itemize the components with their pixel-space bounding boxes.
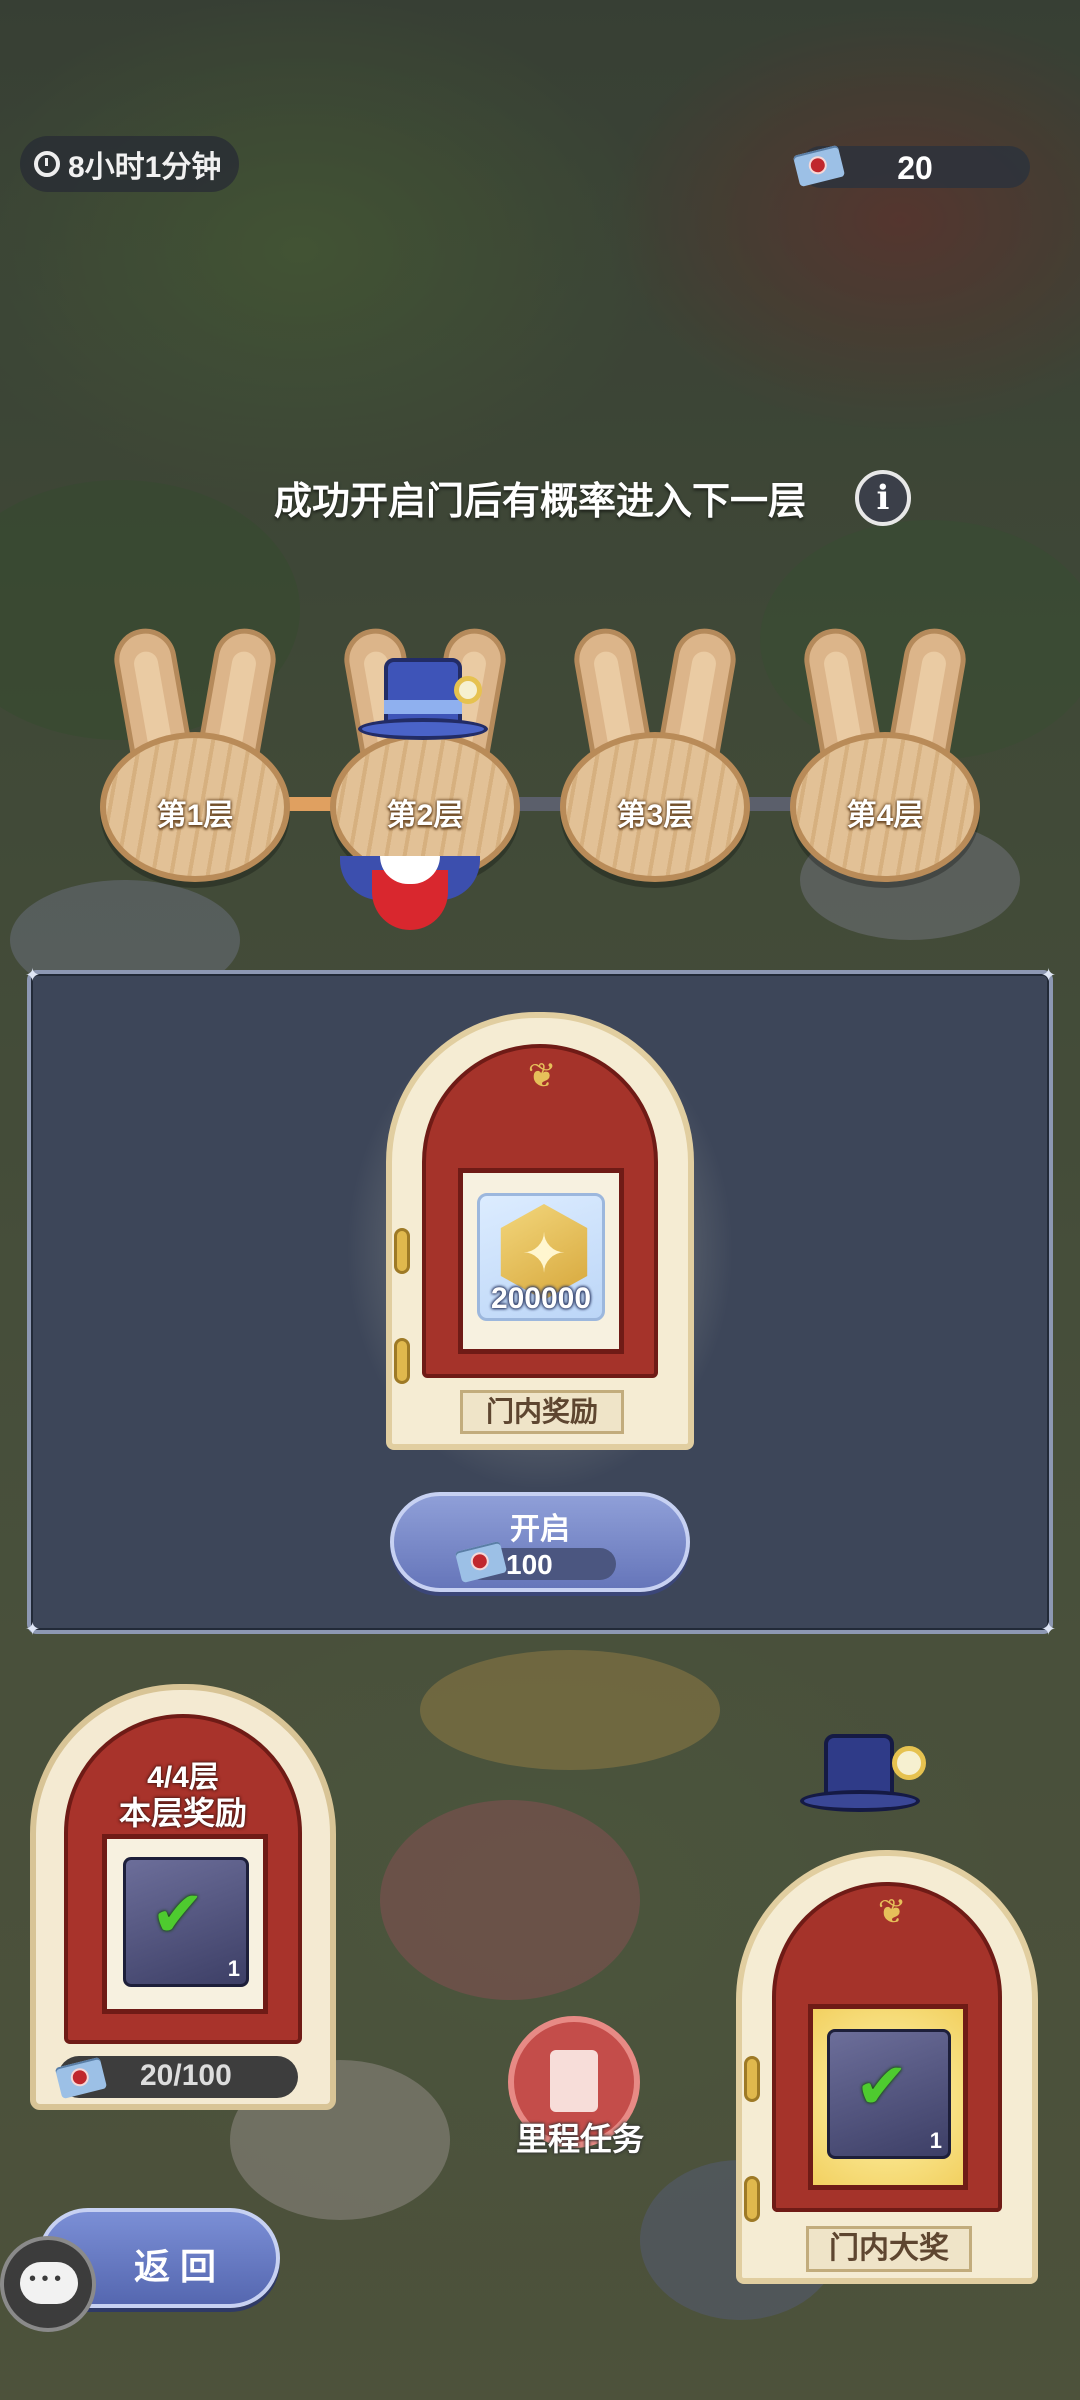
door-hinge-icon — [394, 1338, 410, 1384]
floor-label: 第1层 — [156, 799, 234, 832]
floor-4-badge[interactable]: 第4层 — [790, 623, 980, 888]
info-icon[interactable]: i — [855, 470, 911, 526]
checkmark-icon: ✔ — [855, 2050, 909, 2122]
top-hat-icon — [358, 658, 488, 748]
item-count: 1 — [227, 1956, 240, 1981]
sparkle-icon: ✦ — [25, 965, 41, 985]
clipboard-icon — [550, 2050, 598, 2112]
rabbit-cape-icon — [340, 856, 480, 936]
door-label: 门内奖励 — [460, 1390, 624, 1434]
floor-label: 第3层 — [616, 799, 694, 832]
floor-reward-card[interactable]: 4/4层 本层奖励 1 ✔ — [30, 1684, 336, 2110]
grand-prize-window: 1 ✔ — [808, 2004, 968, 2190]
door-ornament-icon: ❦ — [877, 1893, 907, 1931]
open-cost: 100 — [454, 1540, 616, 1584]
sparkle-icon: ✦ — [25, 1619, 41, 1639]
reward-amount: 200000 — [490, 1282, 592, 1315]
door-hinge-icon — [744, 2176, 760, 2222]
event-timer: 8小时1分钟 — [20, 136, 240, 192]
item-count: 1 — [929, 2128, 942, 2153]
hint-text: 成功开启门后有概率进入下一层 — [273, 481, 806, 523]
clock-icon — [34, 151, 60, 177]
floor-2-badge[interactable]: 第2层 — [330, 623, 520, 888]
timer-text: 8小时1分钟 — [68, 151, 222, 184]
back-button-label: 返回 — [134, 2246, 227, 2287]
floor-reward-progress: 20/100 — [54, 2056, 298, 2100]
floor-label: 第2层 — [386, 799, 464, 832]
checkmark-icon: ✔ — [151, 1878, 205, 1950]
reward-door[interactable]: ❦ ✦ 200000 门内奖励 — [386, 1012, 694, 1450]
progress-value: 20/100 — [140, 2059, 232, 2092]
door-ornament-icon: ❦ — [527, 1057, 557, 1095]
milestone-label[interactable]: 里程任务 — [500, 2114, 660, 2160]
reward-tile: ✦ 200000 — [477, 1193, 605, 1321]
door-hinge-icon — [744, 2056, 760, 2102]
chat-icon[interactable] — [0, 2236, 96, 2332]
door-hinge-icon — [394, 1228, 410, 1274]
floor-reward-slot: 1 ✔ — [102, 1834, 268, 2014]
open-door-button[interactable]: 开启 100 — [390, 1492, 690, 1592]
envelope-icon — [54, 2056, 108, 2100]
reward-window: ✦ 200000 — [458, 1168, 624, 1354]
sparkle-icon: ✦ — [1041, 1619, 1057, 1639]
sparkle-icon: ✦ — [1041, 965, 1057, 985]
floor-reward-title: 本层奖励 — [118, 1795, 247, 1831]
grand-prize-door[interactable]: ❦ 1 ✔ 门内大奖 — [736, 1850, 1038, 2284]
mail-count: 20 — [897, 150, 933, 186]
open-cost-value: 100 — [506, 1549, 553, 1580]
floor-1-badge[interactable]: 第1层 — [100, 623, 290, 888]
floor-label: 第4层 — [846, 799, 924, 832]
grand-prize-label: 门内大奖 — [806, 2226, 972, 2272]
top-hat-icon — [800, 1734, 926, 1814]
floor-3-badge[interactable]: 第3层 — [560, 623, 750, 888]
open-button-label: 开启 — [510, 1513, 570, 1546]
mail-currency-counter[interactable]: 20 — [792, 144, 1030, 188]
